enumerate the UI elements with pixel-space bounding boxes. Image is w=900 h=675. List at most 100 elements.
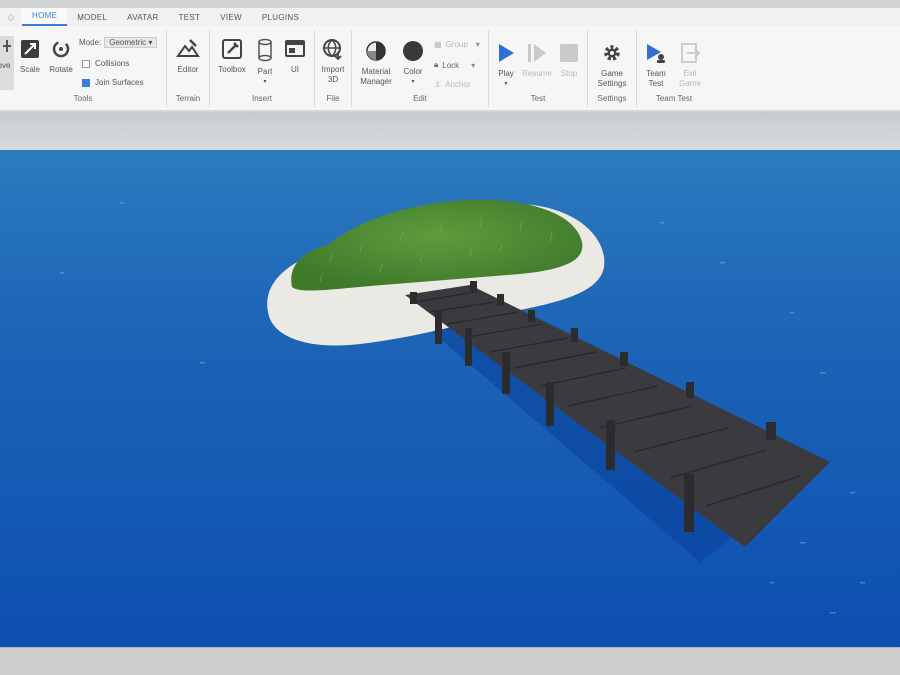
part-label: Part (257, 67, 273, 76)
insert-group: Toolbox Part ▾ UI Insert (210, 30, 315, 108)
mode-dropdown[interactable]: Geometric ▾ (104, 37, 158, 48)
join-surfaces-label: Join Surfaces (95, 78, 144, 87)
group-dropdown-icon[interactable]: ▾ (476, 40, 480, 49)
tab-home[interactable]: HOME (22, 8, 68, 26)
rotate-label: Rotate (49, 65, 73, 74)
status-bar (0, 647, 900, 675)
lock-label: Lock (442, 60, 460, 70)
tools-group-label: Tools (73, 94, 93, 103)
import-label: Import (321, 65, 345, 74)
studio-screen: ◇ HOME MODEL AVATAR TEST VIEW PLUGINS ov… (0, 0, 900, 675)
exit-label: Exit (683, 69, 697, 78)
team-test-button[interactable]: Team Test (641, 42, 671, 89)
test-group: Play ▾ Resume Stop Test (489, 30, 588, 108)
move-button[interactable]: ove (0, 36, 14, 90)
globe-import-icon (323, 39, 342, 60)
test-group-label: Test (530, 94, 546, 103)
stop-icon (560, 44, 578, 62)
color-button[interactable]: Color ▾ (398, 40, 428, 87)
part-dropdown-icon[interactable]: ▾ (252, 77, 278, 87)
stop-button[interactable]: Stop (555, 42, 583, 79)
part-button[interactable]: Part ▾ (252, 38, 278, 87)
game-label: Game (601, 69, 623, 78)
ui-button[interactable]: UI (282, 38, 308, 75)
terrain-editor-button[interactable]: Editor (171, 38, 205, 75)
toolbox-icon (222, 39, 242, 59)
manager-label: Manager (360, 77, 392, 86)
settings-group-label: Settings (597, 94, 627, 103)
scale-label: Scale (19, 65, 40, 74)
scene-render (0, 112, 900, 647)
tools-group: ove Scale Rotate Mode: Geometric ▾ Colli… (0, 30, 167, 108)
rotate-icon (52, 40, 70, 58)
insert-group-label: Insert (251, 94, 272, 103)
group-button[interactable]: ▦ Group ▾ (434, 40, 480, 49)
team-test-label: Test (648, 79, 664, 88)
material-label: Material (361, 67, 391, 76)
file-group: Import 3D File (315, 30, 352, 108)
import-3d-button[interactable]: Import 3D (317, 38, 349, 85)
tab-avatar[interactable]: AVATAR (117, 13, 168, 22)
terrain-editor-label: Editor (177, 65, 199, 74)
play-button[interactable]: Play ▾ (493, 42, 519, 89)
collisions-checkbox[interactable] (82, 59, 90, 68)
toolbox-label: Toolbox (218, 65, 246, 74)
game-settings-button[interactable]: Game Settings (592, 42, 632, 89)
exit-icon (681, 43, 701, 63)
move-label: ove (0, 61, 11, 70)
mode-value: Geometric (109, 38, 147, 47)
menu-bar: ◇ HOME MODEL AVATAR TEST VIEW PLUGINS (0, 8, 900, 26)
gear-icon (604, 45, 620, 61)
terrain-icon (176, 39, 200, 57)
play-icon (499, 44, 514, 62)
exit-game-button[interactable]: Exit Game (675, 42, 705, 89)
collisions-label: Collisions (95, 59, 130, 68)
mode-selector[interactable]: Mode: Geometric ▾ (79, 37, 158, 48)
resume-icon (528, 44, 546, 62)
tab-test[interactable]: TEST (169, 13, 211, 22)
stop-label: Stop (560, 69, 578, 78)
ui-label: UI (291, 65, 299, 74)
terrain-group-label: Terrain (175, 94, 201, 103)
tab-model[interactable]: MODEL (67, 13, 117, 22)
scale-button[interactable]: Scale (16, 38, 44, 75)
tab-plugins[interactable]: PLUGINS (252, 13, 309, 22)
settings-group: Game Settings Settings (588, 30, 637, 108)
anchor-icon: ⚓︎ (434, 80, 442, 89)
group-icon: ▦ (434, 40, 442, 49)
ui-window-icon (285, 40, 305, 57)
tab-view[interactable]: VIEW (210, 13, 252, 22)
part-cylinder-icon (258, 38, 272, 62)
color-dropdown-icon[interactable]: ▾ (398, 77, 428, 87)
settings-label: Settings (597, 79, 627, 88)
join-surfaces-toggle[interactable]: Join Surfaces (82, 78, 143, 87)
anchor-label: Anchor (445, 80, 471, 89)
team-play-icon (647, 44, 665, 63)
join-surfaces-checkbox[interactable] (82, 78, 90, 87)
material-icon (366, 41, 386, 61)
app-logo-icon[interactable]: ◇ (0, 12, 22, 23)
material-manager-button[interactable]: Material Manager (356, 40, 396, 87)
play-label: Play (498, 69, 514, 78)
move-icon (3, 40, 11, 52)
ribbon-toolbar: ove Scale Rotate Mode: Geometric ▾ Colli… (0, 26, 900, 111)
toolbox-button[interactable]: Toolbox (214, 38, 250, 75)
color-swatch-icon (403, 41, 423, 61)
edit-group-label: Edit (413, 94, 427, 103)
lock-dropdown-icon[interactable]: ▾ (471, 61, 475, 70)
color-label: Color (403, 67, 423, 76)
collisions-toggle[interactable]: Collisions (82, 59, 129, 68)
terrain-group: Editor Terrain (167, 30, 210, 108)
resume-button[interactable]: Resume (521, 42, 553, 79)
mode-label: Mode: (79, 38, 102, 47)
anchor-button[interactable]: ⚓︎ Anchor (434, 80, 471, 89)
team-test-group-label: Team Test (655, 94, 693, 103)
rotate-button[interactable]: Rotate (46, 38, 76, 75)
lock-button[interactable]: 🔒︎ Lock ▾ (434, 60, 475, 70)
play-dropdown-icon[interactable]: ▾ (493, 79, 519, 89)
scale-icon (21, 40, 39, 58)
3d-viewport[interactable] (0, 112, 900, 647)
team-test-group: Team Test Exit Game Team Test (637, 30, 711, 108)
import-3d-label: 3D (327, 75, 339, 84)
edit-group: Material Manager Color ▾ ▦ Group ▾ 🔒︎ Lo… (352, 30, 489, 108)
